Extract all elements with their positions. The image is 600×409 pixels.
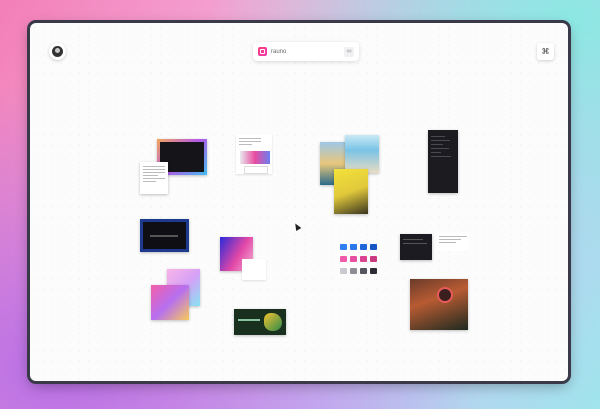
canvas-item-app-window[interactable]	[140, 219, 189, 252]
canvas-item-text-note[interactable]	[140, 162, 168, 194]
color-swatch[interactable]	[340, 268, 347, 274]
color-swatch[interactable]	[370, 256, 377, 262]
canvas-item-document[interactable]	[236, 134, 272, 174]
avatar-icon	[52, 46, 63, 57]
search-bar[interactable]: rauno ∞	[253, 42, 359, 61]
color-swatch[interactable]	[340, 244, 347, 250]
color-swatch[interactable]	[350, 256, 357, 262]
color-swatch[interactable]	[340, 256, 347, 262]
canvas-item-photo-palm[interactable]	[334, 169, 368, 214]
color-swatch[interactable]	[370, 244, 377, 250]
dot-grid	[30, 23, 568, 381]
command-icon[interactable]: ⌘	[537, 43, 554, 60]
color-swatch[interactable]	[360, 244, 367, 250]
canvas-window: rauno ∞ ⌘	[30, 23, 568, 381]
color-swatch[interactable]	[350, 244, 357, 250]
search-value: rauno	[271, 48, 287, 55]
link-icon[interactable]: ∞	[344, 46, 354, 57]
color-swatch[interactable]	[360, 256, 367, 262]
canvas-item-gradient-square-warm[interactable]	[151, 285, 189, 320]
canvas-item-illustration[interactable]	[410, 279, 468, 330]
canvas-item-blank-card[interactable]	[242, 259, 266, 280]
canvas-item-dark-post[interactable]	[400, 234, 432, 260]
canvas-item-code-editor[interactable]	[428, 130, 458, 193]
avatar-button[interactable]	[49, 43, 66, 60]
color-swatch[interactable]	[360, 268, 367, 274]
color-swatch[interactable]	[350, 268, 357, 274]
canvas-item-photo-coast[interactable]	[345, 135, 379, 173]
app-logo-icon	[258, 47, 267, 56]
canvas-item-color-palette[interactable]	[340, 244, 385, 280]
color-swatch[interactable]	[370, 268, 377, 274]
canvas-item-banner[interactable]	[234, 309, 286, 335]
canvas-item-text-snippet[interactable]	[437, 233, 469, 251]
